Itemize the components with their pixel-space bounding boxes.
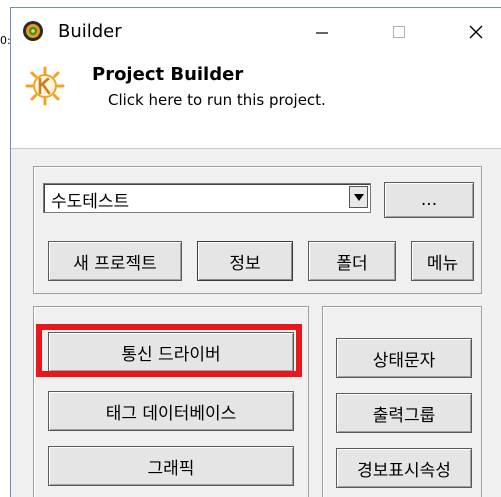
maximize-button[interactable] — [369, 8, 429, 56]
browse-project-button[interactable]: ... — [384, 182, 474, 218]
builder-window: Builder Project Builder Click here to ru… — [10, 7, 501, 497]
project-select[interactable]: 수도테스트 — [43, 183, 371, 213]
close-button[interactable] — [446, 8, 501, 56]
project-select-dropdown-button[interactable] — [349, 186, 368, 208]
graphic-button[interactable]: 그래픽 — [48, 446, 294, 486]
alarm-attribute-button[interactable]: 경보표시속성 — [336, 448, 472, 488]
close-icon — [469, 25, 483, 39]
project-select-value: 수도테스트 — [51, 192, 130, 212]
info-button[interactable]: 정보 — [197, 241, 293, 281]
maximize-icon — [393, 26, 405, 38]
project-builder-logo-icon — [25, 66, 65, 106]
window-title: Builder — [58, 21, 122, 42]
run-project-banner[interactable]: Project Builder Click here to run this p… — [11, 56, 501, 149]
comm-driver-highlight — [36, 324, 302, 377]
new-project-button[interactable]: 새 프로젝트 — [48, 241, 182, 281]
title-bar[interactable]: Builder — [11, 8, 501, 56]
header-title: Project Builder — [92, 64, 244, 85]
minimize-button[interactable] — [292, 8, 352, 56]
header-subtitle: Click here to run this project. — [108, 91, 326, 109]
dropdown-arrow-icon — [353, 193, 364, 201]
menu-button[interactable]: 메뉴 — [411, 241, 474, 281]
minimize-icon — [316, 32, 328, 34]
output-group-button[interactable]: 출력그룹 — [336, 393, 472, 433]
tag-database-button[interactable]: 태그 데이터베이스 — [48, 391, 294, 431]
status-text-button[interactable]: 상태문자 — [336, 338, 472, 378]
app-icon — [23, 21, 43, 41]
folder-button[interactable]: 폴더 — [308, 241, 396, 281]
